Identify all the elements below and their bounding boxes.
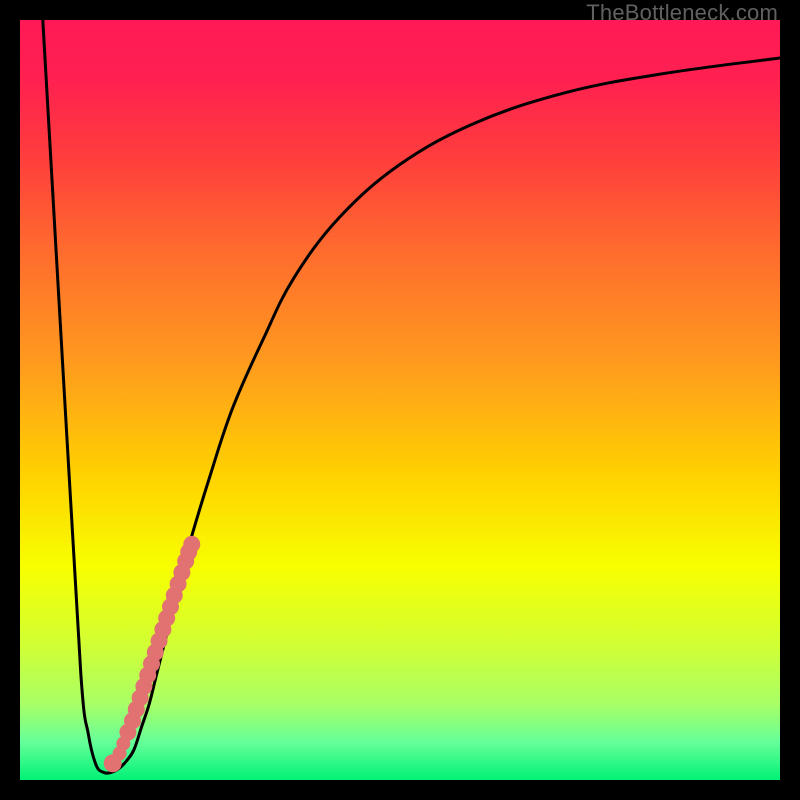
gradient-background (20, 20, 780, 780)
plot-area (20, 20, 780, 780)
watermark-text: TheBottleneck.com (586, 0, 778, 26)
chart-svg (20, 20, 780, 780)
marker-dot (183, 536, 200, 553)
outer-black-frame: TheBottleneck.com (0, 0, 800, 800)
